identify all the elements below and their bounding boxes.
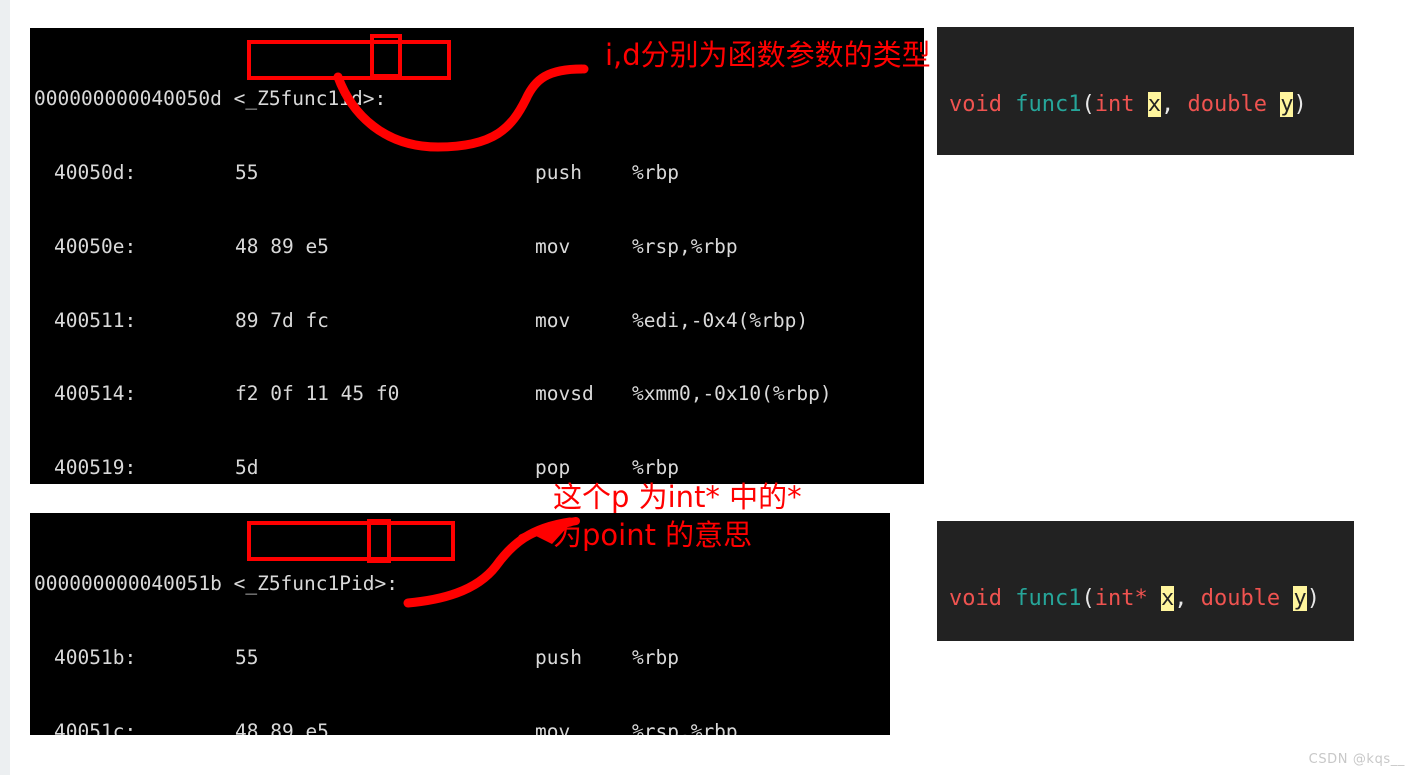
annotation-note-bottom: 这个p 为int* 中的* 为point 的意思: [553, 478, 802, 554]
table-row: 40050d: 55 push %rbp: [30, 161, 924, 186]
param-name-2: y: [1293, 586, 1307, 611]
row-operands: %edi,-0x4(%rbp): [632, 308, 809, 332]
code-line-signature: void func1(int x, double y): [937, 89, 1354, 120]
symbol-address: 000000000040051b: [34, 572, 222, 596]
table-row: 400511: 89 7d fc mov %edi,-0x4(%rbp): [30, 309, 924, 334]
row-bytes: 89 7d fc: [235, 308, 329, 332]
table-row: 400514: f2 0f 11 45 f0 movsd %xmm0,-0x10(%r…: [30, 382, 924, 407]
watermark: CSDN @kqs__: [1308, 752, 1405, 767]
close-paren: ): [1293, 92, 1307, 117]
open-paren: (: [1081, 92, 1095, 117]
keyword-void: void: [949, 586, 1002, 611]
table-row: 40050e: 48 89 e5 mov %rsp,%rbp: [30, 235, 924, 260]
left-edge-strip: [0, 0, 10, 775]
param-type-2: double: [1200, 586, 1281, 611]
param-type-1: int*: [1094, 586, 1148, 611]
param-name-2: y: [1280, 92, 1294, 117]
annotation-note-bottom-line2: 为point 的意思: [553, 518, 753, 552]
row-address: 40051b:: [54, 645, 137, 669]
row-address: 40051c:: [54, 719, 137, 735]
row-operands: %rsp,%rbp: [632, 719, 738, 735]
row-bytes: 48 89 e5: [235, 234, 329, 258]
param-type-2: double: [1187, 92, 1267, 117]
row-operands: %rbp: [632, 160, 679, 184]
row-operands: %rbp: [632, 645, 679, 669]
row-bytes: f2 0f 11 45 f0: [235, 382, 400, 406]
annotation-note-top: i,d分别为函数参数的类型: [605, 38, 931, 72]
open-paren: (: [1081, 586, 1095, 611]
row-mnemonic: mov: [535, 719, 571, 735]
row-address: 400511:: [54, 308, 137, 332]
code-editor-bottom[interactable]: void func1(int* x, double y) { }: [937, 521, 1354, 641]
row-mnemonic: movsd: [535, 382, 594, 406]
row-address: 40050e:: [54, 234, 137, 258]
close-paren: ): [1306, 586, 1320, 611]
row-mnemonic: pop: [535, 456, 571, 480]
symbol-header-row: 000000000040051b <_Z5func1Pid>:: [30, 572, 890, 597]
function-name: func1: [1015, 586, 1082, 611]
row-bytes: 55: [235, 160, 259, 184]
code-line-signature: void func1(int* x, double y): [937, 583, 1354, 614]
param-comma: ,: [1174, 586, 1201, 611]
row-bytes: 55: [235, 645, 259, 669]
row-mnemonic: push: [535, 160, 582, 184]
row-address: 400519:: [54, 456, 137, 480]
code-editor-top[interactable]: void func1(int x, double y) { }: [937, 27, 1354, 155]
row-mnemonic: mov: [535, 234, 571, 258]
row-address: 400514:: [54, 382, 137, 406]
table-row: 40051b: 55 push %rbp: [30, 646, 890, 671]
annotation-box-symbol-bottom: [247, 521, 455, 561]
symbol-name: <_Z5func1id>:: [233, 87, 387, 111]
row-operands: %rsp,%rbp: [632, 234, 738, 258]
param-name-1: x: [1147, 92, 1161, 117]
symbol-header-row: 000000000040050d <_Z5func1id>:: [30, 87, 924, 112]
param-name-1: x: [1160, 586, 1175, 611]
row-operands: %xmm0,-0x10(%rbp): [632, 382, 832, 406]
table-row: 400519: 5d pop %rbp: [30, 456, 924, 481]
function-name: func1: [1015, 92, 1082, 117]
row-bytes: 5d: [235, 456, 259, 480]
row-address: 40050d:: [54, 160, 137, 184]
terminal-panel-top[interactable]: 000000000040050d <_Z5func1id>: 40050d: 55…: [30, 28, 924, 484]
keyword-void: void: [949, 92, 1002, 117]
row-mnemonic: mov: [535, 308, 571, 332]
row-operands: %rbp: [632, 456, 679, 480]
annotation-note-bottom-line1: 这个p 为int* 中的*: [553, 480, 802, 514]
symbol-name: <_Z5func1Pid>:: [233, 572, 398, 596]
annotation-box-suffix-p: [367, 519, 391, 563]
param-type-1: int: [1094, 92, 1135, 117]
row-bytes: 48 89 e5: [235, 719, 329, 735]
annotation-box-symbol-top: [247, 40, 451, 80]
annotation-box-suffix-id: [370, 34, 402, 78]
param-comma: ,: [1160, 92, 1188, 117]
symbol-address: 000000000040050d: [34, 87, 222, 111]
row-mnemonic: push: [535, 645, 582, 669]
table-row: 40051c: 48 89 e5 mov %rsp,%rbp: [30, 720, 890, 735]
